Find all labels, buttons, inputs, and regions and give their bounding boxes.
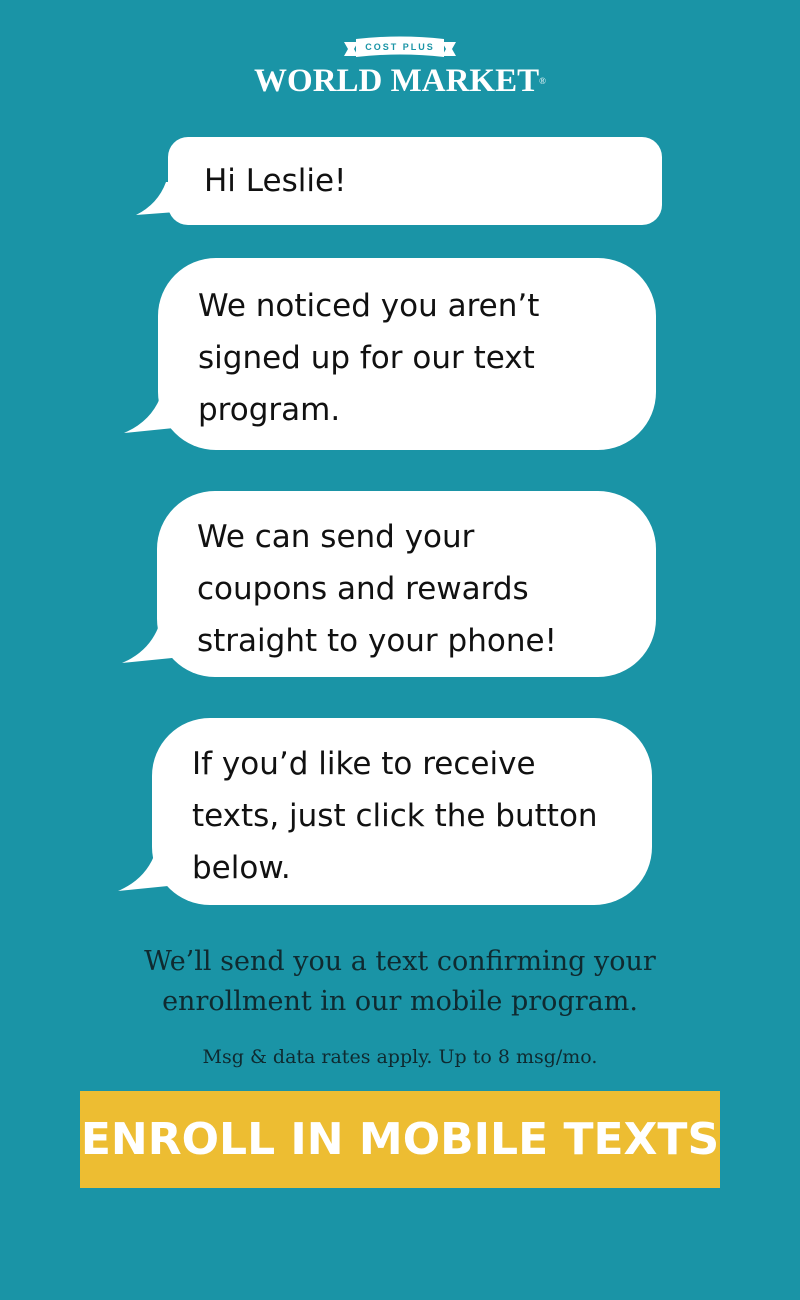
- chat-message-not-signed-up: We noticed you aren’t signed up for our …: [158, 258, 656, 450]
- message-line: We can send your: [197, 519, 475, 555]
- message-line: program.: [198, 392, 341, 428]
- registered-mark: ®: [539, 76, 546, 86]
- brand-name-text: WORLD MARKET: [254, 63, 540, 99]
- message-line: straight to your phone!: [197, 623, 557, 659]
- brand-name: WORLD MARKET®: [0, 64, 800, 98]
- message-line: signed up for our text: [198, 340, 535, 376]
- brand-logo[interactable]: COST PLUS WORLD MARKET®: [0, 36, 800, 98]
- enroll-mobile-texts-button[interactable]: ENROLL IN MOBILE TEXTS: [80, 1091, 720, 1188]
- chat-message-greeting: Hi Leslie!: [168, 137, 662, 225]
- confirmation-text: We’ll send you a text confirming your en…: [0, 942, 800, 1022]
- rates-disclaimer: Msg & data rates apply. Up to 8 msg/mo.: [202, 1046, 598, 1068]
- message-line: texts, just click the button: [192, 798, 598, 834]
- chat-message-coupons: We can send your coupons and rewards str…: [157, 491, 656, 677]
- confirmation-line: We’ll send you a text confirming your: [144, 946, 656, 977]
- message-line: If you’d like to receive: [192, 746, 536, 782]
- chat-message-click-button: If you’d like to receive texts, just cli…: [152, 718, 652, 905]
- message-line: Hi Leslie!: [204, 163, 347, 199]
- message-line: below.: [192, 850, 291, 886]
- confirmation-line: enrollment in our mobile program.: [162, 986, 638, 1017]
- message-line: coupons and rewards: [197, 571, 529, 607]
- brand-banner-text: COST PLUS: [365, 42, 435, 52]
- message-line: We noticed you aren’t: [198, 288, 540, 324]
- ribbon-banner-icon: COST PLUS: [340, 36, 460, 62]
